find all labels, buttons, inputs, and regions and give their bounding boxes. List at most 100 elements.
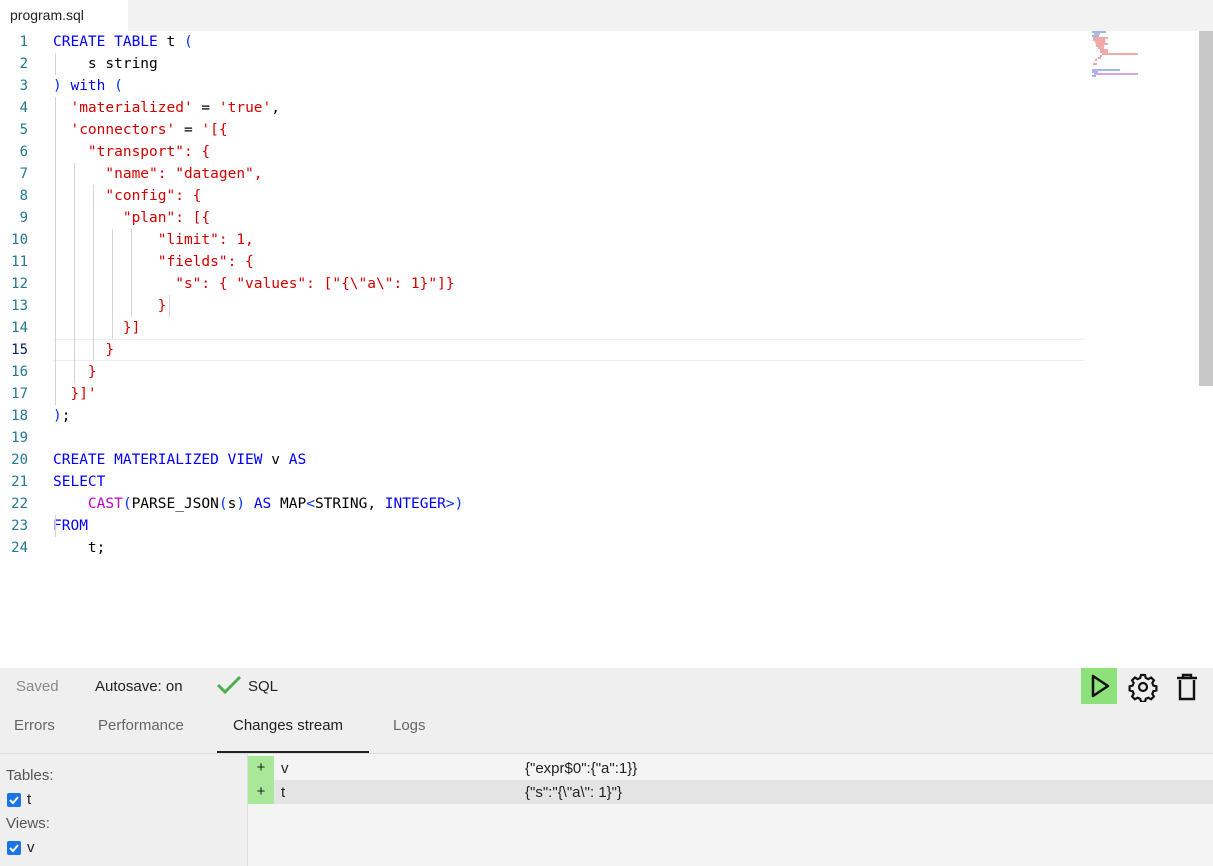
line-number: 9 bbox=[19, 210, 28, 226]
tab-logs[interactable]: Logs bbox=[393, 717, 426, 734]
code-token: v bbox=[271, 452, 289, 468]
code-line: CAST(PARSE_JSON(s) AS MAP<STRING, INTEGE… bbox=[53, 493, 463, 515]
line-number: 24 bbox=[11, 540, 28, 556]
run-button[interactable] bbox=[1081, 668, 1117, 704]
code-token: ( bbox=[183, 34, 193, 50]
checkmark-icon bbox=[9, 844, 19, 853]
tab-changes-stream[interactable]: Changes stream bbox=[233, 717, 343, 734]
file-tab[interactable]: program.sql bbox=[0, 0, 128, 31]
current-line-highlight bbox=[53, 339, 1084, 361]
code-token: 'materialized' bbox=[53, 100, 193, 116]
code-token: , bbox=[271, 100, 281, 116]
code-token: } bbox=[53, 298, 167, 314]
tab-errors[interactable]: Errors bbox=[14, 717, 55, 734]
editor-scrollbar[interactable] bbox=[1199, 31, 1213, 386]
views-label: Views: bbox=[6, 815, 50, 832]
change-relation: t bbox=[281, 784, 286, 801]
code-token: < bbox=[306, 496, 315, 512]
saved-status: Saved bbox=[16, 678, 59, 695]
indent-guide bbox=[55, 97, 56, 405]
code-token: 'true' bbox=[218, 100, 272, 116]
code-token: ) bbox=[53, 78, 62, 94]
view-name: v bbox=[27, 839, 35, 856]
autosave-toggle[interactable]: Autosave: on bbox=[95, 678, 183, 695]
code-token: AS bbox=[245, 496, 281, 512]
relations-panel: Tables: t Views: v bbox=[0, 754, 248, 866]
change-relation: v bbox=[281, 760, 289, 777]
code-token: "s": { "values": ["{\"a\": 1}"]} bbox=[53, 276, 455, 292]
code-editor[interactable]: 1 2 3 4 5 6 7 8 9 10 11 12 13 14 15 16 17 18 19 20 21 22 23 24 … bbox=[0, 31, 1213, 668]
change-row: + t {"s":"{\"a\": 1}"} bbox=[248, 780, 1213, 804]
code-token: AS bbox=[288, 452, 307, 468]
line-number: 17 bbox=[11, 386, 28, 402]
changes-stream-panel: + v {"expr$0":{"a":1}} + t {"s":"{\"a\":… bbox=[248, 754, 1213, 866]
line-number: 23 bbox=[11, 518, 28, 534]
code-line: 'connectors' = '[{ bbox=[53, 119, 227, 141]
table-checkbox-t[interactable] bbox=[7, 793, 21, 807]
code-token: = bbox=[192, 100, 219, 116]
line-number: 15 bbox=[11, 342, 28, 358]
line-number: 3 bbox=[19, 78, 28, 94]
code-token: MAP bbox=[280, 496, 307, 512]
change-value: {"expr$0":{"a":1}} bbox=[525, 760, 638, 777]
trash-icon[interactable] bbox=[1172, 672, 1202, 702]
code-line: 'materialized' = 'true', bbox=[53, 97, 280, 119]
line-number: 20 bbox=[11, 452, 28, 468]
code-line: "fields": { bbox=[53, 251, 254, 273]
code-line: "name": "datagen", bbox=[53, 163, 263, 185]
code-line: }] bbox=[53, 317, 140, 339]
active-tab-indicator bbox=[217, 751, 369, 753]
check-icon bbox=[216, 675, 242, 695]
code-line: "s": { "values": ["{\"a\": 1}"]} bbox=[53, 273, 455, 295]
line-number: 2 bbox=[19, 56, 28, 72]
sql-status-label: SQL bbox=[248, 678, 279, 695]
code-token: "fields": { bbox=[53, 254, 254, 270]
line-number: 11 bbox=[11, 254, 28, 270]
indent-guide bbox=[93, 185, 94, 361]
code-line: }]' bbox=[53, 383, 96, 405]
code-token: ( bbox=[122, 496, 132, 512]
line-number: 1 bbox=[19, 34, 28, 50]
line-number: 16 bbox=[11, 364, 28, 380]
editor-tab-bar: program.sql bbox=[0, 0, 1213, 31]
code-token: "name": "datagen", bbox=[53, 166, 263, 182]
code-line: s string bbox=[53, 53, 158, 75]
gear-icon[interactable] bbox=[1128, 672, 1158, 702]
insert-sign: + bbox=[248, 756, 274, 780]
line-number: 10 bbox=[11, 232, 28, 248]
code-token: 'connectors' bbox=[53, 122, 176, 138]
indent-guide bbox=[55, 515, 56, 537]
indent-guide bbox=[74, 163, 75, 383]
code-token: "transport": { bbox=[53, 144, 211, 160]
line-number: 7 bbox=[19, 166, 28, 182]
code-token: CREATE TABLE bbox=[53, 34, 167, 50]
code-token: t; bbox=[53, 540, 106, 556]
code-line: "limit": 1, bbox=[53, 229, 254, 251]
indent-guide bbox=[169, 295, 170, 317]
code-token: ( bbox=[218, 496, 228, 512]
table-name: t bbox=[27, 791, 32, 808]
line-number: 21 bbox=[11, 474, 28, 490]
minimap[interactable] bbox=[1090, 31, 1150, 81]
code-token: = bbox=[175, 122, 202, 138]
code-line: } bbox=[53, 339, 114, 361]
code-token: "config": { bbox=[53, 188, 202, 204]
view-checkbox-v[interactable] bbox=[7, 841, 21, 855]
code-token: CAST bbox=[87, 496, 123, 512]
code-token: } bbox=[53, 342, 115, 358]
line-number: 18 bbox=[11, 408, 28, 424]
change-value: {"s":"{\"a\": 1}"} bbox=[525, 784, 623, 801]
line-number: 8 bbox=[19, 188, 28, 204]
code-line: ); bbox=[53, 405, 70, 427]
play-icon bbox=[1091, 674, 1110, 698]
code-token: ) bbox=[236, 496, 246, 512]
code-token: ) bbox=[53, 408, 62, 424]
indent-guide bbox=[131, 229, 132, 317]
code-line: "transport": { bbox=[53, 141, 210, 163]
line-number: 4 bbox=[19, 100, 28, 116]
tab-performance[interactable]: Performance bbox=[98, 717, 184, 734]
code-line: ) with ( bbox=[53, 75, 123, 97]
code-token: t bbox=[166, 34, 184, 50]
code-line: "config": { bbox=[53, 185, 201, 207]
